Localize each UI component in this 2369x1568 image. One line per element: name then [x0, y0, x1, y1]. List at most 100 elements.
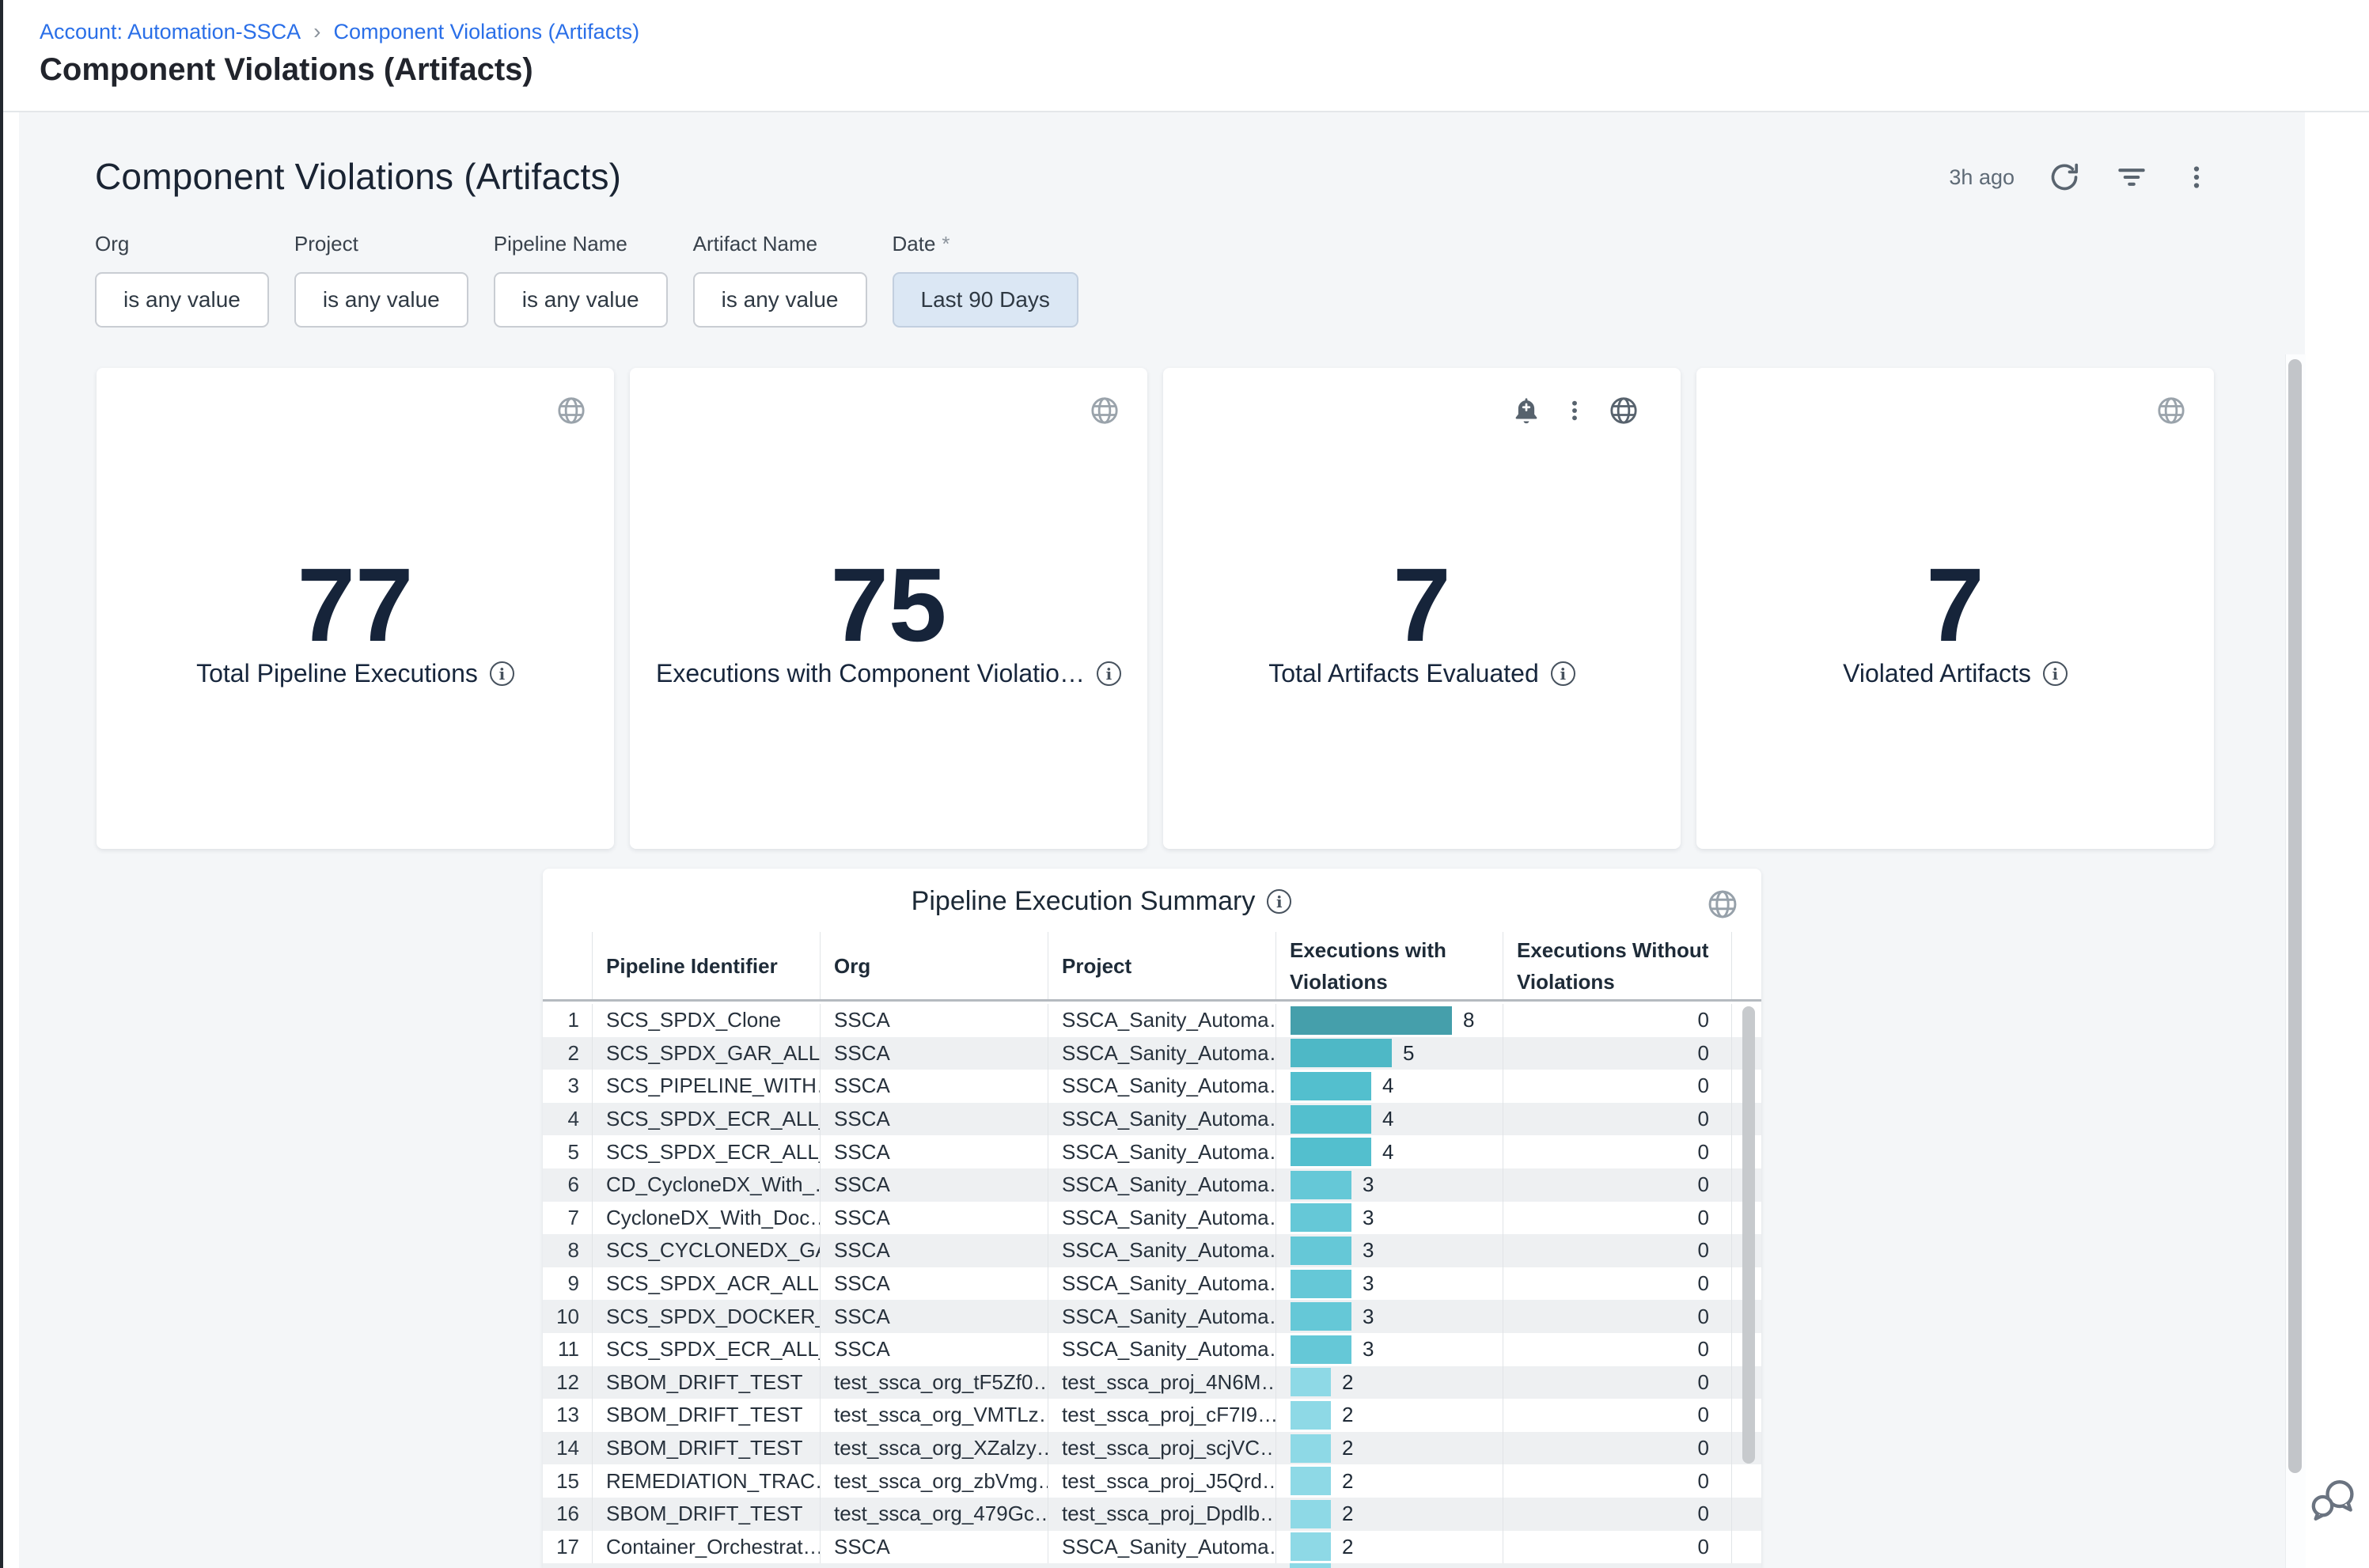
scroll-pad-cell: [1731, 1498, 1761, 1531]
table-row[interactable]: 13SBOM_DRIFT_TESTtest_ssca_org_VMTLz…tes…: [543, 1399, 1761, 1432]
chat-bubbles-icon[interactable]: [2309, 1476, 2360, 1522]
executions-with-violations-cell: 2: [1275, 1366, 1503, 1399]
table-row[interactable]: 14SBOM_DRIFT_TESTtest_ssca_org_XZalzy…te…: [543, 1432, 1761, 1465]
info-icon[interactable]: i: [1551, 661, 1575, 686]
executions-without-violations-cell: 0: [1503, 1267, 1731, 1301]
filter-icon[interactable]: [2114, 160, 2149, 195]
stat-tile-executions-with-component-violatio: 75Executions with Component Violatio…i: [630, 368, 1147, 849]
header-cell-executions-with-violations[interactable]: Executions with Violations: [1275, 932, 1503, 999]
header-cell-pipeline-identifier[interactable]: Pipeline Identifier: [592, 932, 820, 999]
globe-icon[interactable]: [1608, 395, 1639, 426]
table-row[interactable]: 17Container_Orchestrat…SSCASSCA_Sanity_A…: [543, 1531, 1761, 1564]
project-cell: test_ssca_proj_J5Qrd…: [1048, 1464, 1275, 1498]
violations-bar: [1291, 1467, 1331, 1495]
org-cell: test_ssca_org_VMTLz…: [820, 1399, 1048, 1432]
table-row[interactable]: 15REMEDIATION_TRAC…test_ssca_org_zbVmg…t…: [543, 1464, 1761, 1498]
table-row[interactable]: 8SCS_CYCLONEDX_GA…SSCASSCA_Sanity_Automa…: [543, 1234, 1761, 1267]
filter-label-org: Org: [95, 232, 269, 256]
row-number: 7: [543, 1202, 592, 1235]
header-cell-org[interactable]: Org: [820, 932, 1048, 999]
kebab-menu-icon[interactable]: [2182, 163, 2211, 191]
globe-icon[interactable]: [1706, 888, 1739, 921]
pipeline-identifier-cell: SCS_CYCLONEDX_GA…: [592, 1234, 820, 1267]
executions-without-violations-cell: 0: [1503, 1168, 1731, 1202]
project-cell: SSCA_Sanity_Automa…: [1048, 1004, 1275, 1037]
filter-pipeline-name: Pipeline Nameis any value: [494, 232, 668, 328]
pipeline-identifier-cell: SCS_PIPELINE_WITH…: [592, 1070, 820, 1103]
executions-with-violations-cell: 2: [1275, 1432, 1503, 1465]
stat-value: 7: [1696, 553, 2214, 657]
table-header-row: Pipeline IdentifierOrgProjectExecutions …: [543, 932, 1761, 1002]
pipeline-identifier-cell: SCS_SPDX_Clone: [592, 1004, 820, 1037]
window-left-border: [0, 0, 3, 1568]
header-cell-executions-without-violations[interactable]: Executions Without Violations: [1503, 932, 1731, 999]
filter-value-artifact-name[interactable]: is any value: [693, 272, 867, 328]
breadcrumb-account-link[interactable]: Account: Automation-SSCA: [40, 20, 301, 44]
table-row[interactable]: 5SCS_SPDX_ECR_ALL_…SSCASSCA_Sanity_Autom…: [543, 1135, 1761, 1168]
table-row[interactable]: 6CD_CycloneDX_With_…SSCASSCA_Sanity_Auto…: [543, 1168, 1761, 1202]
row-number: 1: [543, 1004, 592, 1037]
org-cell: SSCA: [820, 1037, 1048, 1070]
filter-value-date[interactable]: Last 90 Days: [893, 272, 1078, 328]
table-row[interactable]: 10SCS_SPDX_DOCKER_…SSCASSCA_Sanity_Autom…: [543, 1300, 1761, 1333]
info-icon[interactable]: i: [490, 661, 514, 686]
row-number: 3: [543, 1070, 592, 1103]
executions-with-violations-cell: 3: [1275, 1202, 1503, 1235]
table-row[interactable]: 9SCS_SPDX_ACR_ALL…SSCASSCA_Sanity_Automa…: [543, 1267, 1761, 1301]
kebab-menu-icon[interactable]: [1562, 396, 1587, 426]
bell-plus-icon[interactable]: [1511, 396, 1541, 426]
table-row[interactable]: 2SCS_SPDX_GAR_ALL…SSCASSCA_Sanity_Automa…: [543, 1037, 1761, 1070]
executions-with-violations-cell: 5: [1275, 1037, 1503, 1070]
org-cell: SSCA: [820, 1234, 1048, 1267]
globe-icon[interactable]: [2155, 395, 2187, 426]
pipeline-identifier-cell: SBOM_DRIFT_TEST: [592, 1366, 820, 1399]
project-cell: SSCA_Sanity_Automa…: [1048, 1267, 1275, 1301]
org-cell: SSCA: [820, 1300, 1048, 1333]
table-row[interactable]: 3SCS_PIPELINE_WITH…SSCASSCA_Sanity_Autom…: [543, 1070, 1761, 1103]
pipeline-identifier-cell: SBOM_DRIFT_TEST: [592, 1498, 820, 1531]
executions-without-violations-cell: 0: [1503, 1103, 1731, 1136]
project-cell: SSCA_Sanity_Automa…: [1048, 1234, 1275, 1267]
table-row[interactable]: 16SBOM_DRIFT_TESTtest_ssca_org_479Gc…tes…: [543, 1498, 1761, 1531]
violations-bar: [1291, 1270, 1351, 1298]
executions-with-violations-cell: 2: [1275, 1464, 1503, 1498]
page-scrollbar-thumb[interactable]: [2288, 359, 2302, 1473]
breadcrumb-current-link[interactable]: Component Violations (Artifacts): [334, 20, 640, 44]
table-row[interactable]: 1SCS_SPDX_CloneSSCASSCA_Sanity_Automa…80: [543, 1004, 1761, 1037]
table-row[interactable]: 7CycloneDX_With_Doc…SSCASSCA_Sanity_Auto…: [543, 1202, 1761, 1235]
executions-without-violations-cell: 0: [1503, 1498, 1731, 1531]
header-cell-project[interactable]: Project: [1048, 932, 1275, 999]
org-cell: test_ssca_org_tF5Zf0…: [820, 1366, 1048, 1399]
pipeline-identifier-cell: SCS_SPDX_GAR_ALL…: [592, 1037, 820, 1070]
stat-label: Total Pipeline Executions: [196, 659, 478, 688]
globe-icon[interactable]: [1089, 395, 1120, 426]
executions-with-violations-cell: 3: [1275, 1300, 1503, 1333]
executions-without-violations-cell: 0: [1503, 1234, 1731, 1267]
filter-value-project[interactable]: is any value: [294, 272, 468, 328]
project-cell: SSCA_Sanity_Automa…: [1048, 1135, 1275, 1168]
pipeline-identifier-cell: SCS_SPDX_ECR_ALL_…: [592, 1333, 820, 1366]
stat-tile-total-pipeline-executions: 77Total Pipeline Executionsi: [97, 368, 614, 849]
table-row[interactable]: 11SCS_SPDX_ECR_ALL_…SSCASSCA_Sanity_Auto…: [543, 1333, 1761, 1366]
info-icon[interactable]: i: [1097, 661, 1121, 686]
violations-bar: [1291, 1368, 1331, 1396]
filter-value-org[interactable]: is any value: [95, 272, 269, 328]
required-asterisk: *: [942, 232, 949, 256]
info-icon[interactable]: i: [1267, 889, 1291, 914]
violations-bar: [1291, 1237, 1351, 1265]
filter-label-artifact-name: Artifact Name: [693, 232, 867, 256]
table-scrollbar-thumb[interactable]: [1742, 1006, 1755, 1464]
globe-icon[interactable]: [555, 395, 587, 426]
executions-with-violations-cell: 2: [1275, 1498, 1503, 1531]
info-icon[interactable]: i: [2043, 661, 2068, 686]
violations-count: 2: [1342, 1502, 1353, 1526]
executions-without-violations-cell: 0: [1503, 1135, 1731, 1168]
org-cell: SSCA: [820, 1531, 1048, 1564]
refresh-icon[interactable]: [2048, 161, 2081, 194]
org-cell: SSCA: [820, 1168, 1048, 1202]
filter-value-pipeline-name[interactable]: is any value: [494, 272, 668, 328]
table-title-row: Pipeline Execution Summary i: [543, 886, 1711, 917]
executions-without-violations-cell: 0: [1503, 1037, 1731, 1070]
table-row[interactable]: 12SBOM_DRIFT_TESTtest_ssca_org_tF5Zf0…te…: [543, 1366, 1761, 1399]
table-row[interactable]: 4SCS_SPDX_ECR_ALL_…SSCASSCA_Sanity_Autom…: [543, 1103, 1761, 1136]
